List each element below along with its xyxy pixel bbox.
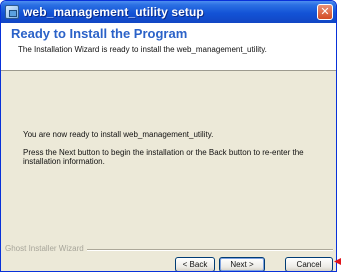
- window-title: web_management_utility setup: [23, 5, 204, 19]
- back-button[interactable]: < Back: [175, 257, 215, 271]
- cancel-button[interactable]: Cancel: [285, 257, 333, 271]
- next-button[interactable]: Next >: [219, 257, 265, 271]
- red-arrow-icon: [334, 258, 341, 265]
- close-icon[interactable]: ✕: [317, 4, 333, 20]
- footer-divider: [53, 249, 333, 251]
- wizard-header: Ready to Install the Program The Install…: [1, 23, 336, 71]
- ready-message: You are now ready to install web_managem…: [23, 130, 214, 139]
- installer-window: web_management_utility setup ✕ Ready to …: [0, 0, 337, 272]
- title-bar[interactable]: web_management_utility setup ✕: [1, 1, 336, 23]
- instructions-message: Press the Next button to begin the insta…: [23, 148, 304, 166]
- page-title: Ready to Install the Program: [11, 26, 188, 41]
- installer-brand-label: Ghost Installer Wizard: [5, 244, 87, 253]
- installer-icon: [5, 5, 19, 19]
- page-subtitle: The Installation Wizard is ready to inst…: [18, 45, 267, 54]
